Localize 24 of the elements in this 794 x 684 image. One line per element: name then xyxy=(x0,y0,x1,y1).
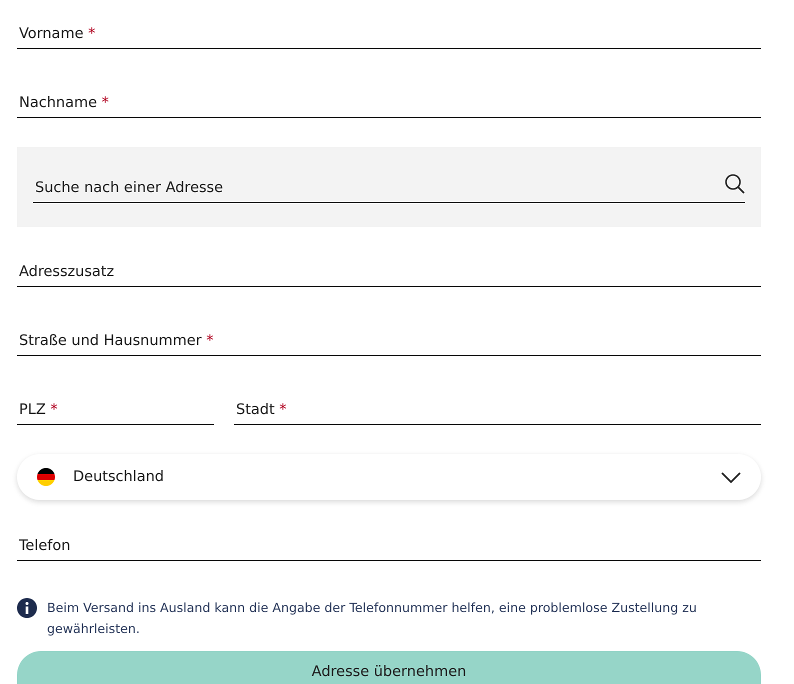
search-panel[interactable]: Suche nach einer Adresse xyxy=(17,147,761,227)
search-icon[interactable] xyxy=(724,173,745,194)
submit-button[interactable]: Adresse übernehmen xyxy=(17,651,761,684)
input-field[interactable]: Straße und Hausnummer * xyxy=(17,324,761,356)
input-field[interactable]: Adresszusatz xyxy=(17,255,761,287)
field-label: Adresszusatz xyxy=(19,264,114,282)
field-label: PLZ * xyxy=(19,402,58,420)
input-field[interactable]: Stadt * xyxy=(234,393,761,425)
field-label: Vorname * xyxy=(19,26,96,44)
field-label: Nachname * xyxy=(19,95,109,113)
hint-text: Beim Versand ins Ausland kann die Angabe der Telefonnummer helfen, eine problemlose Zustellung zu gewährleisten. xyxy=(47,599,698,638)
input-field[interactable]: Telefon xyxy=(17,529,761,561)
country-select[interactable]: Deutschland xyxy=(17,454,761,500)
flag-icon xyxy=(37,468,55,486)
input-field[interactable]: PLZ * xyxy=(17,393,214,425)
chevron-down-icon[interactable] xyxy=(721,470,741,484)
input-field[interactable]: Nachname * xyxy=(17,86,761,118)
select-value: Deutschland xyxy=(73,469,165,485)
input-field[interactable]: Vorname * xyxy=(17,17,761,49)
search-field[interactable]: Suche nach einer Adresse xyxy=(33,180,716,202)
field-label: Telefon xyxy=(19,538,70,556)
field-label: Straße und Hausnummer * xyxy=(19,333,214,351)
field-label: Stadt * xyxy=(236,402,287,420)
info-icon xyxy=(17,598,37,618)
